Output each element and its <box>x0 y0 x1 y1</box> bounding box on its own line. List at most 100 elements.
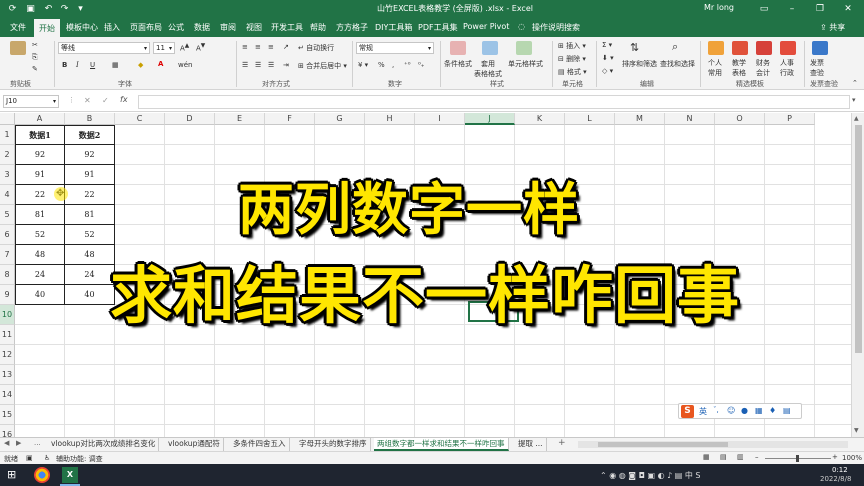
sheet-tab[interactable]: 多条件四舍五入 <box>230 438 290 451</box>
row-header-4[interactable]: 4 <box>0 185 15 205</box>
column-header-b[interactable]: B <box>65 113 115 125</box>
decrease-font-icon[interactable]: A▼ <box>196 43 205 52</box>
vertical-scrollbar[interactable]: ▲ ▼ <box>851 113 864 437</box>
tab-page-layout[interactable]: 页面布局 <box>130 22 162 33</box>
share-button[interactable]: ⇪ 共享 <box>820 22 845 33</box>
column-header-j[interactable]: J <box>465 113 515 125</box>
align-center-icon[interactable]: ☰ <box>255 61 261 69</box>
hr-template-button[interactable]: 人事 行政 <box>780 58 794 78</box>
horizontal-scrollbar[interactable] <box>578 441 848 448</box>
row-header-3[interactable]: 3 <box>0 165 15 185</box>
teach-template-button[interactable]: 教学 表格 <box>732 58 746 78</box>
zoom-in-icon[interactable]: + <box>832 453 838 461</box>
align-bottom-icon[interactable]: ≡ <box>268 43 274 51</box>
column-header-m[interactable]: M <box>615 113 665 125</box>
merge-center-button[interactable]: ⊞ 合并后居中 ▾ <box>298 61 347 71</box>
sheet-tab-active[interactable]: 两组数字都一样求和结果不一样咋回事 <box>374 438 509 451</box>
delete-cells-button[interactable]: ⊟ 删除 ▾ <box>558 54 586 64</box>
close-icon[interactable]: ✕ <box>838 2 858 17</box>
conditional-format-icon[interactable] <box>450 41 466 55</box>
tab-insert[interactable]: 插入 <box>104 22 120 33</box>
row-header-8[interactable]: 8 <box>0 265 15 285</box>
column-header-a[interactable]: A <box>15 113 65 125</box>
autosum-icon[interactable]: Σ ▾ <box>602 41 612 49</box>
hr-template-icon[interactable] <box>780 41 796 55</box>
zoom-out-icon[interactable]: – <box>755 453 759 461</box>
tab-ffgz[interactable]: 方方格子 <box>336 22 368 33</box>
row-header-13[interactable]: 13 <box>0 365 15 385</box>
increase-font-icon[interactable]: A▲ <box>180 43 189 52</box>
table-cell[interactable]: 81 <box>65 205 115 225</box>
row-header-5[interactable]: 5 <box>0 205 15 225</box>
comma-icon[interactable]: , <box>392 61 394 69</box>
invoice-check-icon[interactable] <box>812 41 828 55</box>
keyboard-icon[interactable]: ▦ <box>755 406 763 415</box>
wrap-text-button[interactable]: ↵ 自动换行 <box>298 43 334 53</box>
font-color-icon[interactable]: A <box>158 60 163 68</box>
fill-icon[interactable]: ⬇ ▾ <box>602 54 614 62</box>
tab-data[interactable]: 数据 <box>194 22 210 33</box>
teach-template-icon[interactable] <box>732 41 748 55</box>
bold-button[interactable]: B <box>62 61 67 69</box>
table-header-cell[interactable]: 数据1 <box>15 125 65 145</box>
cancel-icon[interactable]: ✕ <box>84 96 91 105</box>
font-name-select[interactable]: 等线 ▾ <box>58 42 150 54</box>
tab-file[interactable]: 文件 <box>10 22 26 33</box>
find-select-button[interactable]: 查找和选择 <box>660 59 695 69</box>
table-cell[interactable]: 24 <box>65 265 115 285</box>
zoom-slider-thumb[interactable] <box>796 455 799 462</box>
table-cell[interactable]: 52 <box>15 225 65 245</box>
personal-template-icon[interactable] <box>708 41 724 55</box>
paste-icon[interactable] <box>10 41 26 55</box>
table-cell[interactable]: 40 <box>65 285 115 305</box>
align-left-icon[interactable]: ☰ <box>242 61 248 69</box>
table-cell[interactable]: 91 <box>65 165 115 185</box>
tab-view[interactable]: 视图 <box>246 22 262 33</box>
page-layout-view-icon[interactable]: ▤ <box>720 453 727 461</box>
font-size-select[interactable]: 11 ▾ <box>153 42 175 54</box>
user-name[interactable]: Mr long <box>704 3 734 12</box>
tab-diy[interactable]: DIY工具箱 <box>375 22 412 33</box>
tab-help[interactable]: 帮助 <box>310 22 326 33</box>
enter-icon[interactable]: ✓ <box>102 96 109 105</box>
insert-cells-button[interactable]: ⊞ 插入 ▾ <box>558 41 586 51</box>
zoom-level[interactable]: 100% <box>842 454 862 462</box>
fill-color-icon[interactable]: ◆ <box>138 61 143 69</box>
column-header-c[interactable]: C <box>115 113 165 125</box>
tab-pdf[interactable]: PDF工具集 <box>418 22 458 33</box>
table-cell[interactable]: 52 <box>65 225 115 245</box>
scroll-thumb[interactable] <box>855 125 862 353</box>
table-cell[interactable]: 92 <box>15 145 65 165</box>
windows-start-icon[interactable]: ⊞ <box>7 468 16 481</box>
align-top-icon[interactable]: ≡ <box>242 43 248 51</box>
toolbox-icon[interactable]: ▤ <box>783 406 791 415</box>
column-header-l[interactable]: L <box>565 113 615 125</box>
add-sheet-icon[interactable]: + <box>558 438 566 448</box>
row-header-15[interactable]: 15 <box>0 405 15 425</box>
align-right-icon[interactable]: ☰ <box>268 61 274 69</box>
column-header-d[interactable]: D <box>165 113 215 125</box>
taskbar-time[interactable]: 0:12 <box>832 466 848 474</box>
insert-function-button[interactable]: fx <box>120 95 128 104</box>
conditional-format-button[interactable]: 条件格式 <box>444 59 472 69</box>
decrease-decimal-icon[interactable]: ⁰₊ <box>418 61 425 69</box>
italic-button[interactable]: I <box>76 61 79 69</box>
undo-icon[interactable]: ↶ <box>42 3 55 16</box>
punctuation-icon[interactable]: ˇ, <box>713 406 719 414</box>
sheet-tab[interactable]: 提取 ... <box>515 438 547 451</box>
column-header-e[interactable]: E <box>215 113 265 125</box>
align-middle-icon[interactable]: ≡ <box>255 43 261 51</box>
column-header-n[interactable]: N <box>665 113 715 125</box>
redo-icon[interactable]: ↷ <box>58 3 71 16</box>
table-header-cell[interactable]: 数据2 <box>65 125 115 145</box>
column-header-p[interactable]: P <box>765 113 815 125</box>
copy-icon[interactable]: ⎘ <box>32 53 38 62</box>
tab-home[interactable]: 开始 <box>34 19 60 37</box>
autosave-icon[interactable]: ⟳ <box>6 3 19 16</box>
status-accessibility[interactable]: 辅助功能: 调查 <box>56 454 103 464</box>
page-break-view-icon[interactable]: ▥ <box>737 453 744 461</box>
row-header-6[interactable]: 6 <box>0 225 15 245</box>
normal-view-icon[interactable]: ▦ <box>703 453 710 461</box>
taskbar-date[interactable]: 2022/8/8 <box>820 475 851 483</box>
table-cell[interactable]: 48 <box>65 245 115 265</box>
